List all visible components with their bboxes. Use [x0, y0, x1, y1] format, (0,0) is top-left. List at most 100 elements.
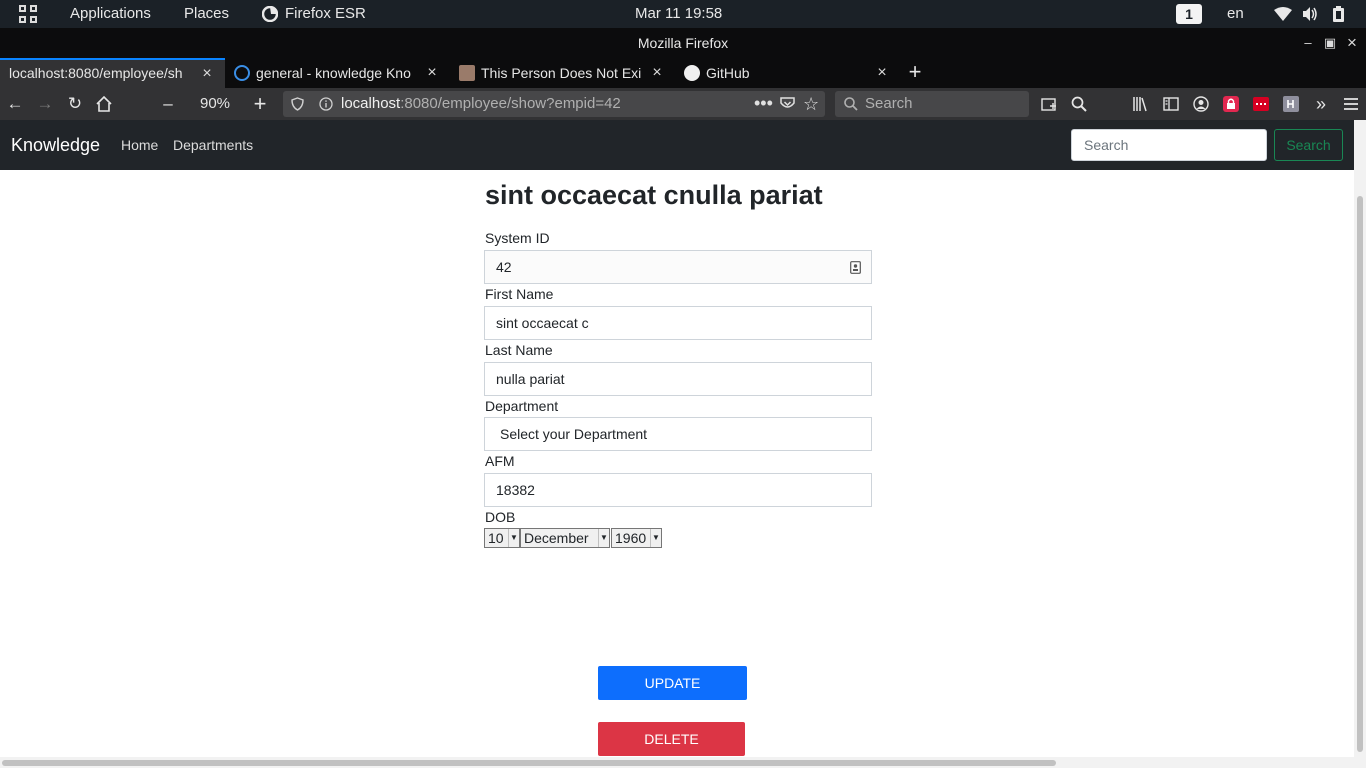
department-label: Department [485, 398, 559, 414]
tab-this-person[interactable]: This Person Does Not Exi × [451, 58, 675, 88]
page-content: Knowledge Home Departments Search Search… [0, 120, 1354, 757]
find-icon[interactable] [1071, 96, 1087, 112]
window-title-bar: Mozilla Firefox – ▣ × [0, 28, 1366, 58]
tab-general-knowledge[interactable]: general - knowledge Kno × [226, 58, 450, 88]
url-host: localhost [341, 95, 401, 112]
delete-button[interactable]: DELETE [598, 722, 745, 756]
dob-year-select[interactable]: 1960 ▼ [611, 528, 662, 548]
url-bar[interactable]: localhost:8080/employee/show?empid=42 ••… [283, 91, 825, 117]
horizontal-scrollbar[interactable] [0, 757, 1366, 768]
wifi-icon[interactable] [1274, 7, 1292, 21]
loading-favicon-icon [234, 65, 250, 81]
zoom-level[interactable]: 90% [190, 88, 240, 120]
close-tab-icon[interactable]: × [199, 60, 215, 87]
portrait-favicon-icon [459, 65, 475, 81]
dob-day-select[interactable]: 10 ▼ [484, 528, 520, 548]
chevron-down-icon: ▼ [650, 529, 661, 547]
page-actions-icon[interactable]: ••• [754, 90, 773, 116]
app-brand[interactable]: Knowledge [11, 120, 100, 170]
dob-day-value: 10 [488, 530, 504, 546]
first-name-field[interactable]: sint occaecat c [484, 306, 872, 340]
employee-name-heading: sint occaecat cnulla pariat [485, 180, 823, 210]
account-icon[interactable] [1193, 96, 1209, 112]
system-id-label: System ID [485, 230, 550, 246]
overflow-chevron-icon[interactable]: » [1311, 88, 1331, 120]
app-navbar: Knowledge Home Departments Search Search [0, 120, 1354, 170]
system-id-value: 42 [496, 259, 512, 275]
dob-month-value: December [524, 530, 589, 546]
department-select[interactable]: Select your Department [484, 417, 872, 451]
maximize-icon[interactable]: ▣ [1319, 28, 1341, 58]
navigation-toolbar: ← → ↻ – 90% + localhost:8080/employee/sh… [0, 88, 1366, 120]
dob-label: DOB [485, 509, 516, 525]
language-indicator[interactable]: en [1227, 0, 1244, 28]
active-app-menu[interactable]: Firefox ESR [285, 0, 366, 28]
horizontal-scroll-thumb[interactable] [2, 760, 1056, 766]
close-tab-icon[interactable]: × [649, 58, 665, 88]
applications-menu[interactable]: Applications [70, 0, 151, 28]
reload-icon[interactable]: ↻ [65, 88, 85, 120]
nav-link-home[interactable]: Home [121, 120, 158, 170]
tab-label: localhost:8080/employee/sh [9, 65, 183, 81]
zoom-in-icon[interactable]: + [250, 88, 270, 120]
apps-grid-icon[interactable] [19, 5, 37, 23]
grey-extension-icon[interactable] [1283, 96, 1299, 112]
clock[interactable]: Mar 11 19:58 [635, 0, 722, 28]
minimize-icon[interactable]: – [1297, 28, 1319, 58]
window-title: Mozilla Firefox [637, 35, 729, 51]
tab-label: GitHub [706, 65, 750, 81]
tab-label: general - knowledge Kno [256, 65, 411, 81]
nav-link-departments[interactable]: Departments [173, 120, 253, 170]
container-tabs-icon[interactable] [1041, 96, 1057, 112]
battery-icon[interactable] [1333, 6, 1344, 22]
close-tab-icon[interactable]: × [874, 58, 890, 88]
volume-icon[interactable] [1302, 6, 1318, 22]
bookmark-star-icon[interactable]: ☆ [803, 91, 819, 117]
home-icon[interactable] [96, 96, 112, 112]
hamburger-menu-icon[interactable] [1343, 96, 1359, 112]
site-info-icon[interactable] [319, 97, 333, 111]
red-extension-icon[interactable] [1253, 96, 1269, 112]
back-arrow-icon[interactable]: ← [5, 88, 25, 120]
close-tab-icon[interactable]: × [424, 58, 440, 88]
browser-search-placeholder: Search [865, 95, 913, 112]
update-button[interactable]: UPDATE [598, 666, 747, 700]
app-search-placeholder: Search [1084, 137, 1129, 153]
autofill-contact-icon[interactable] [850, 261, 861, 274]
tab-strip: localhost:8080/employee/sh × general - k… [0, 58, 1366, 88]
last-name-field[interactable]: nulla pariat [484, 362, 872, 396]
system-top-bar: Applications Places Firefox ESR Mar 11 1… [0, 0, 1366, 28]
pocket-icon[interactable] [780, 97, 795, 111]
afm-label: AFM [485, 453, 515, 469]
vertical-scrollbar[interactable] [1354, 120, 1366, 757]
vertical-scroll-thumb[interactable] [1357, 196, 1363, 752]
url-path: :8080/employee/show?empid=42 [400, 95, 621, 112]
app-search-button[interactable]: Search [1274, 129, 1343, 161]
sidebar-icon[interactable] [1163, 96, 1179, 112]
library-icon[interactable] [1132, 96, 1148, 112]
dob-month-select[interactable]: December ▼ [520, 528, 610, 548]
lock-extension-icon[interactable] [1223, 96, 1239, 112]
app-search-input[interactable]: Search [1071, 129, 1267, 161]
system-id-field[interactable]: 42 [484, 250, 872, 284]
afm-field[interactable]: 18382 [484, 473, 872, 507]
firefox-icon [262, 6, 278, 22]
workspace-indicator[interactable]: 1 [1176, 4, 1202, 24]
search-icon [844, 97, 858, 111]
chevron-down-icon: ▼ [598, 529, 609, 547]
first-name-label: First Name [485, 286, 554, 302]
last-name-label: Last Name [485, 342, 553, 358]
tab-label: This Person Does Not Exi [481, 65, 642, 81]
new-tab-icon[interactable]: + [905, 58, 925, 88]
github-favicon-icon [684, 65, 700, 81]
chevron-down-icon: ▼ [508, 529, 519, 547]
browser-search-box[interactable]: Search [835, 91, 1029, 117]
tab-employee-show[interactable]: localhost:8080/employee/sh × [0, 58, 225, 88]
tracking-shield-icon[interactable] [291, 97, 304, 111]
close-window-icon[interactable]: × [1341, 28, 1363, 58]
places-menu[interactable]: Places [184, 0, 229, 28]
forward-arrow-icon[interactable]: → [35, 88, 55, 120]
zoom-out-icon[interactable]: – [158, 88, 178, 120]
url-text[interactable]: localhost:8080/employee/show?empid=42 [341, 91, 621, 117]
tab-github[interactable]: GitHub × [676, 58, 898, 88]
